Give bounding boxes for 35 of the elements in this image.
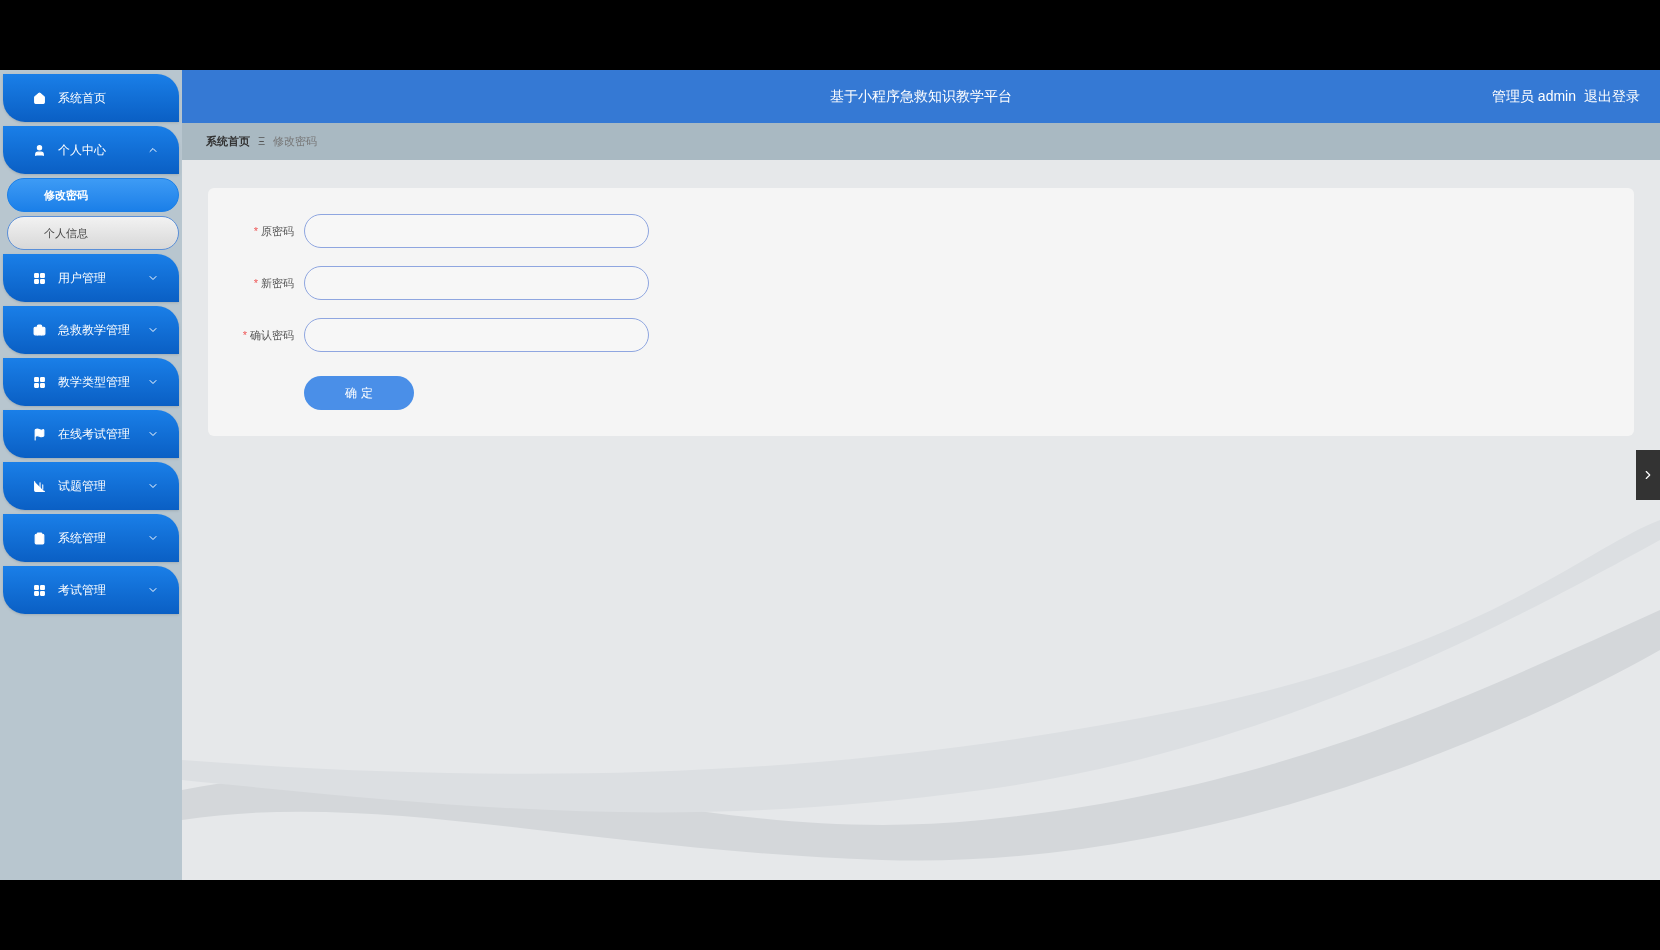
breadcrumb-separator: Ξ (258, 134, 266, 150)
sidebar-item[interactable]: 系统首页 (3, 74, 179, 122)
submit-button[interactable]: 确 定 (304, 376, 414, 410)
field-label: 确认密码 (250, 327, 294, 343)
submenu-item[interactable]: 修改密码 (7, 178, 179, 212)
grid-icon (33, 583, 46, 597)
home-icon (33, 91, 46, 105)
sidebar-item[interactable]: 急救教学管理 (3, 306, 179, 354)
sidebar-item[interactable]: 个人中心 (3, 126, 179, 174)
breadcrumb-link[interactable]: 系统首页 (206, 133, 250, 150)
user-label: 管理员 admin (1491, 87, 1576, 106)
password-field[interactable] (304, 266, 649, 300)
password-field[interactable] (304, 318, 649, 352)
side-panel-toggle[interactable] (1636, 450, 1660, 500)
logout-link[interactable]: 退出登录 (1584, 86, 1640, 107)
required-mark: * (253, 223, 258, 239)
site-title: 基于小程序急救知识教学平台 (830, 87, 1012, 106)
sidebar-item[interactable]: 试题管理 (3, 462, 179, 510)
sidebar-item[interactable]: 系统管理 (3, 514, 179, 562)
clipboard-icon (33, 531, 46, 545)
submenu-item[interactable]: 个人信息 (7, 216, 179, 250)
field-label: 新密码 (261, 275, 294, 291)
flag-icon (33, 427, 46, 441)
grid-icon (33, 375, 46, 389)
sidebar-item[interactable]: 在线考试管理 (3, 410, 179, 458)
field-label: 原密码 (261, 223, 294, 239)
sidebar-item[interactable]: 用户管理 (3, 254, 179, 302)
password-field[interactable] (304, 214, 649, 248)
grid-icon (33, 271, 46, 285)
required-mark: * (242, 327, 247, 343)
briefcase-icon (33, 323, 46, 337)
user-icon (33, 143, 46, 157)
sidebar-item[interactable]: 教学类型管理 (3, 358, 179, 406)
required-mark: * (253, 275, 258, 291)
sidebar-item[interactable]: 考试管理 (3, 566, 179, 614)
